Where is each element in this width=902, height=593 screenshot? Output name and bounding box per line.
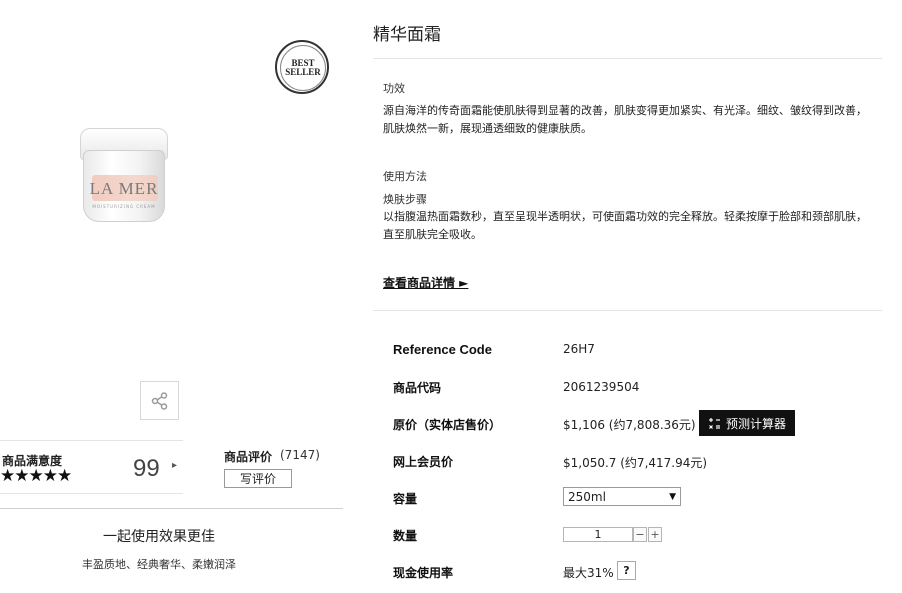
usage-heading: 使用方法 [383,170,427,183]
reference-code-value: 26H7 [563,342,595,356]
product-image: LA MER MOISTURIZING CREAM [80,128,172,228]
write-review-button[interactable]: 写评价 [224,469,292,488]
badge-line-2: SELLER [285,67,321,77]
quantity-label: 数量 [393,529,418,543]
quantity-input[interactable]: 1 [563,527,633,542]
member-price-value: $1,050.7 (约7,417.94元) [563,456,708,470]
jar-body: LA MER MOISTURIZING CREAM [83,150,165,222]
best-seller-badge: BEST SELLER [275,40,329,94]
size-selected-value: 250ml [568,489,606,504]
calculator-icon [708,417,720,429]
share-button[interactable] [140,381,179,420]
price-calculator-button[interactable]: 预测计算器 [699,410,795,436]
share-icon [151,391,167,410]
page-title: 精华面霜 [373,25,441,45]
divider [0,508,343,509]
jar-subtext: MOISTURIZING CREAM [92,204,156,209]
pairing-title: 一起使用效果更佳 [103,529,215,545]
cash-usage-value: 最大31% [563,566,614,580]
divider [373,310,882,311]
reference-code-label: Reference Code [393,342,492,357]
usage-subheading: 焕肤步骤 [383,193,427,206]
original-price-value: $1,106 (约7,808.36元) [563,418,696,432]
cash-usage-label: 现金使用率 [393,566,454,580]
calculator-button-label: 预测计算器 [725,416,786,431]
divider [0,493,183,494]
divider [373,58,882,59]
quantity-increase-button[interactable]: + [648,527,662,542]
chevron-right-icon[interactable]: ▸ [172,460,177,471]
quantity-decrease-button[interactable]: − [633,527,647,542]
view-details-link[interactable]: 查看商品详情 ► [383,274,468,291]
efficacy-text: 源自海洋的传奇面霜能使肌肤得到显著的改善，肌肤变得更加紧实、有光泽。细纹、皱纹得… [383,104,867,135]
rating-score[interactable]: 99 [133,455,160,483]
size-label: 容量 [393,492,418,506]
product-code-value: 2061239504 [563,380,640,394]
usage-text: 以指腹温热面霜数秒，直至呈现半透明状，可使面霜功效的完全释放。轻柔按摩于脸部和颈… [383,210,867,241]
member-price-label: 网上会员价 [393,455,454,469]
pairing-description: 丰盈质地、经典奢华、柔嫩润泽 [82,558,236,571]
reviews-count[interactable]: (7147) [280,448,320,462]
help-button[interactable]: ? [617,561,636,580]
jar-brand-text: LA MER [89,179,159,198]
size-select[interactable]: 250ml ▼ [563,487,681,506]
rating-stars: ★★★★★ [0,466,72,486]
divider [0,440,183,441]
triangle-down-icon: ▼ [669,491,676,502]
efficacy-heading: 功效 [383,82,405,95]
reviews-label: 商品评价 [224,450,273,464]
original-price-label: 原价（实体店售价） [393,418,502,432]
product-code-label: 商品代码 [393,381,442,395]
